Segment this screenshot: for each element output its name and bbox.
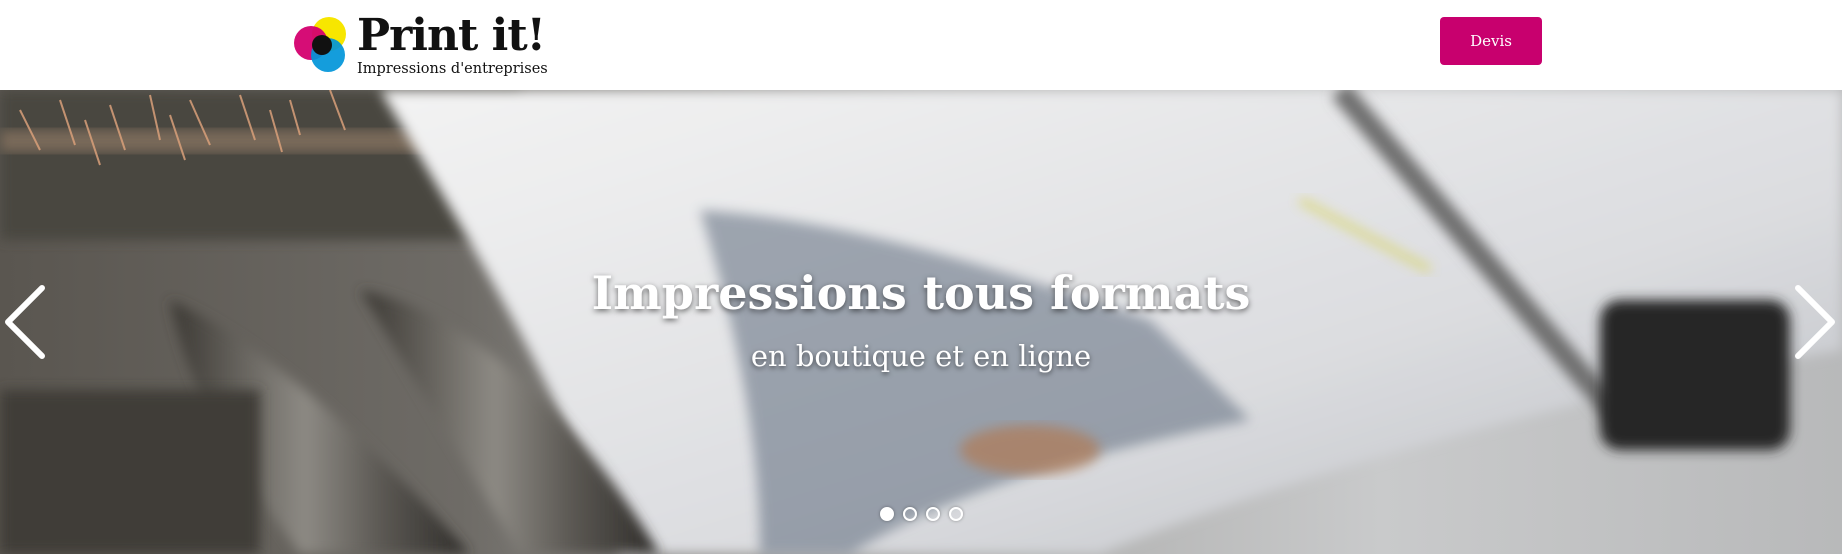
carousel-dot-2[interactable] — [902, 507, 917, 521]
logo-title: Print it! — [357, 10, 546, 61]
hero-carousel: Impressions tous formats en boutique et … — [0, 90, 1842, 554]
logo-tagline: Impressions d'entreprises — [357, 61, 548, 77]
site-header: Print it! Impressions d'entreprises Devi… — [0, 0, 1842, 90]
hero-title: Impressions tous formats — [591, 266, 1251, 320]
carousel-dot-1[interactable] — [879, 507, 894, 521]
logo-circles-icon — [294, 17, 346, 72]
carousel-dots — [0, 507, 1842, 521]
carousel-next-button[interactable] — [1790, 282, 1840, 362]
hero-background-image — [0, 90, 1842, 554]
hero-subtitle: en boutique et en ligne — [750, 339, 1092, 373]
carousel-dot-3[interactable] — [925, 507, 940, 521]
logo[interactable]: Print it! Impressions d'entreprises — [290, 12, 560, 80]
logo-text: Print it! Impressions d'entreprises — [357, 14, 548, 78]
carousel-dot-4[interactable] — [948, 507, 963, 521]
devis-button[interactable]: Devis — [1440, 17, 1542, 65]
chevron-right-icon — [1795, 285, 1835, 359]
